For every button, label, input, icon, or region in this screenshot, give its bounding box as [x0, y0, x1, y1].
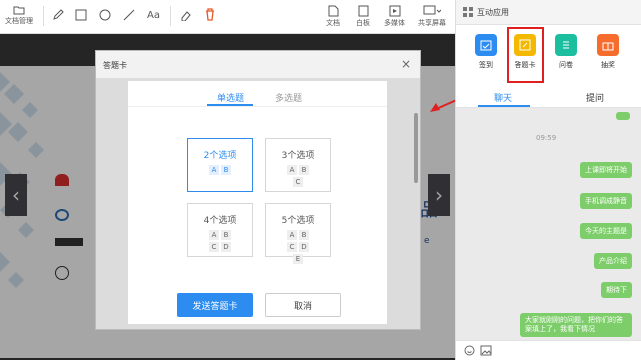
option-5-card[interactable]: 5个选项 A B C D E	[265, 203, 331, 264]
message-bubble: 大家就刚刚的问题，把你们的答案填上了，我看下情况	[520, 313, 632, 337]
tab-divider	[128, 106, 387, 107]
option-4-card[interactable]: 4个选项 A B C D	[187, 203, 253, 257]
message-bubble-partial	[616, 112, 630, 120]
option-chip: A	[209, 230, 219, 240]
toolbar: 文档管理 Aa 文档 白板 多媒体 共享屏幕	[0, 0, 455, 34]
doc-button[interactable]: 文档	[326, 5, 340, 28]
send-answer-card-button[interactable]: 发送答题卡	[177, 293, 253, 317]
tab-multi-choice[interactable]: 多选题	[275, 91, 302, 104]
share-screen-button[interactable]: 共享屏幕	[418, 5, 446, 28]
toolbar-divider	[43, 6, 44, 26]
option-chip: B	[221, 230, 231, 240]
answer-card-panel: 单选题 多选题 2个选项 A B 3个选项 A B C 4个选项 A B C D…	[128, 81, 387, 324]
chat-tabs: 聊天 提问	[456, 86, 641, 108]
gift-icon	[597, 34, 619, 56]
option-chip: C	[287, 242, 297, 252]
option-chip: A	[287, 165, 297, 175]
app-label: 问卷	[559, 61, 573, 69]
option-2-card[interactable]: 2个选项 A B	[187, 138, 253, 192]
option-chip: B	[299, 165, 309, 175]
app-label: 签到	[479, 61, 493, 69]
message-bubble: 上课即将开始	[580, 162, 632, 178]
panel-header: 互动应用	[456, 0, 641, 25]
tab-chat[interactable]: 聊天	[494, 91, 512, 104]
app-checkin[interactable]: 签到	[468, 34, 504, 70]
whiteboard-label: 白板	[356, 19, 370, 27]
toolbar-divider	[170, 6, 171, 26]
option-label: 5个选项	[281, 216, 315, 226]
screen-share-icon	[423, 5, 441, 15]
option-label: 2个选项	[203, 151, 237, 161]
panel-title: 互动应用	[477, 8, 509, 17]
interaction-panel: 互动应用 签到 答题卡 问卷 抽奖 聊天 提问 09:59 上课即将开始 手机调…	[455, 0, 641, 360]
calendar-icon	[475, 34, 497, 56]
message-bubble: 期待下	[601, 282, 632, 298]
chat-messages: 09:59 上课即将开始 手机调成静音 今天的主题是 产品介绍 期待下 大家就刚…	[456, 108, 641, 340]
app-label: 抽奖	[601, 61, 615, 69]
message-bubble: 今天的主题是	[580, 223, 632, 239]
file-manage-label: 文档管理	[5, 17, 33, 25]
active-tab-underline	[478, 105, 530, 107]
option-label: 4个选项	[203, 216, 237, 226]
media-button[interactable]: 多媒体	[384, 5, 405, 28]
chat-timestamp: 09:59	[536, 134, 557, 142]
doc-label: 文档	[326, 19, 340, 27]
option-chip: B	[299, 230, 309, 240]
trash-icon[interactable]	[204, 8, 216, 21]
close-icon[interactable]: ×	[401, 57, 411, 71]
share-screen-label: 共享屏幕	[418, 19, 446, 27]
option-chip: D	[221, 242, 231, 252]
dialog-header: 答题卡 ×	[96, 51, 420, 79]
apps-grid-icon	[463, 7, 473, 17]
emoji-icon[interactable]	[464, 345, 475, 356]
app-questionnaire[interactable]: 问卷	[548, 34, 584, 70]
option-chip: A	[287, 230, 297, 240]
option-label: 3个选项	[281, 151, 315, 161]
tab-single-choice[interactable]: 单选题	[217, 91, 244, 104]
highlight-box	[507, 27, 544, 83]
option-chip: C	[293, 177, 303, 187]
folder-icon	[13, 6, 25, 15]
chat-input-bar	[456, 340, 641, 360]
media-icon	[389, 5, 400, 17]
text-tool-button[interactable]: Aa	[147, 10, 160, 21]
pen-icon[interactable]	[52, 9, 64, 21]
message-bubble: 产品介绍	[594, 253, 632, 269]
dialog-scrollbar[interactable]	[414, 113, 418, 183]
option-chip: D	[299, 242, 309, 252]
cancel-button[interactable]: 取消	[265, 293, 341, 317]
document-icon	[328, 5, 338, 17]
rectangle-icon[interactable]	[75, 9, 87, 21]
option-3-card[interactable]: 3个选项 A B C	[265, 138, 331, 192]
option-chip: C	[209, 242, 219, 252]
whiteboard-icon	[358, 5, 368, 17]
media-label: 多媒体	[384, 19, 405, 27]
image-icon[interactable]	[480, 345, 492, 356]
dialog-title: 答题卡	[103, 61, 127, 70]
app-lottery[interactable]: 抽奖	[590, 34, 626, 70]
eraser-icon[interactable]	[180, 9, 192, 21]
message-bubble: 手机调成静音	[580, 193, 632, 209]
tab-question[interactable]: 提问	[586, 91, 604, 104]
whiteboard-button[interactable]: 白板	[356, 5, 370, 28]
option-chip: E	[293, 254, 303, 264]
file-manage-button[interactable]: 文档管理	[5, 5, 33, 26]
option-chip: B	[221, 165, 231, 175]
circle-icon[interactable]	[99, 9, 111, 21]
survey-icon	[555, 34, 577, 56]
option-chip: A	[209, 165, 219, 175]
line-icon[interactable]	[123, 9, 135, 21]
